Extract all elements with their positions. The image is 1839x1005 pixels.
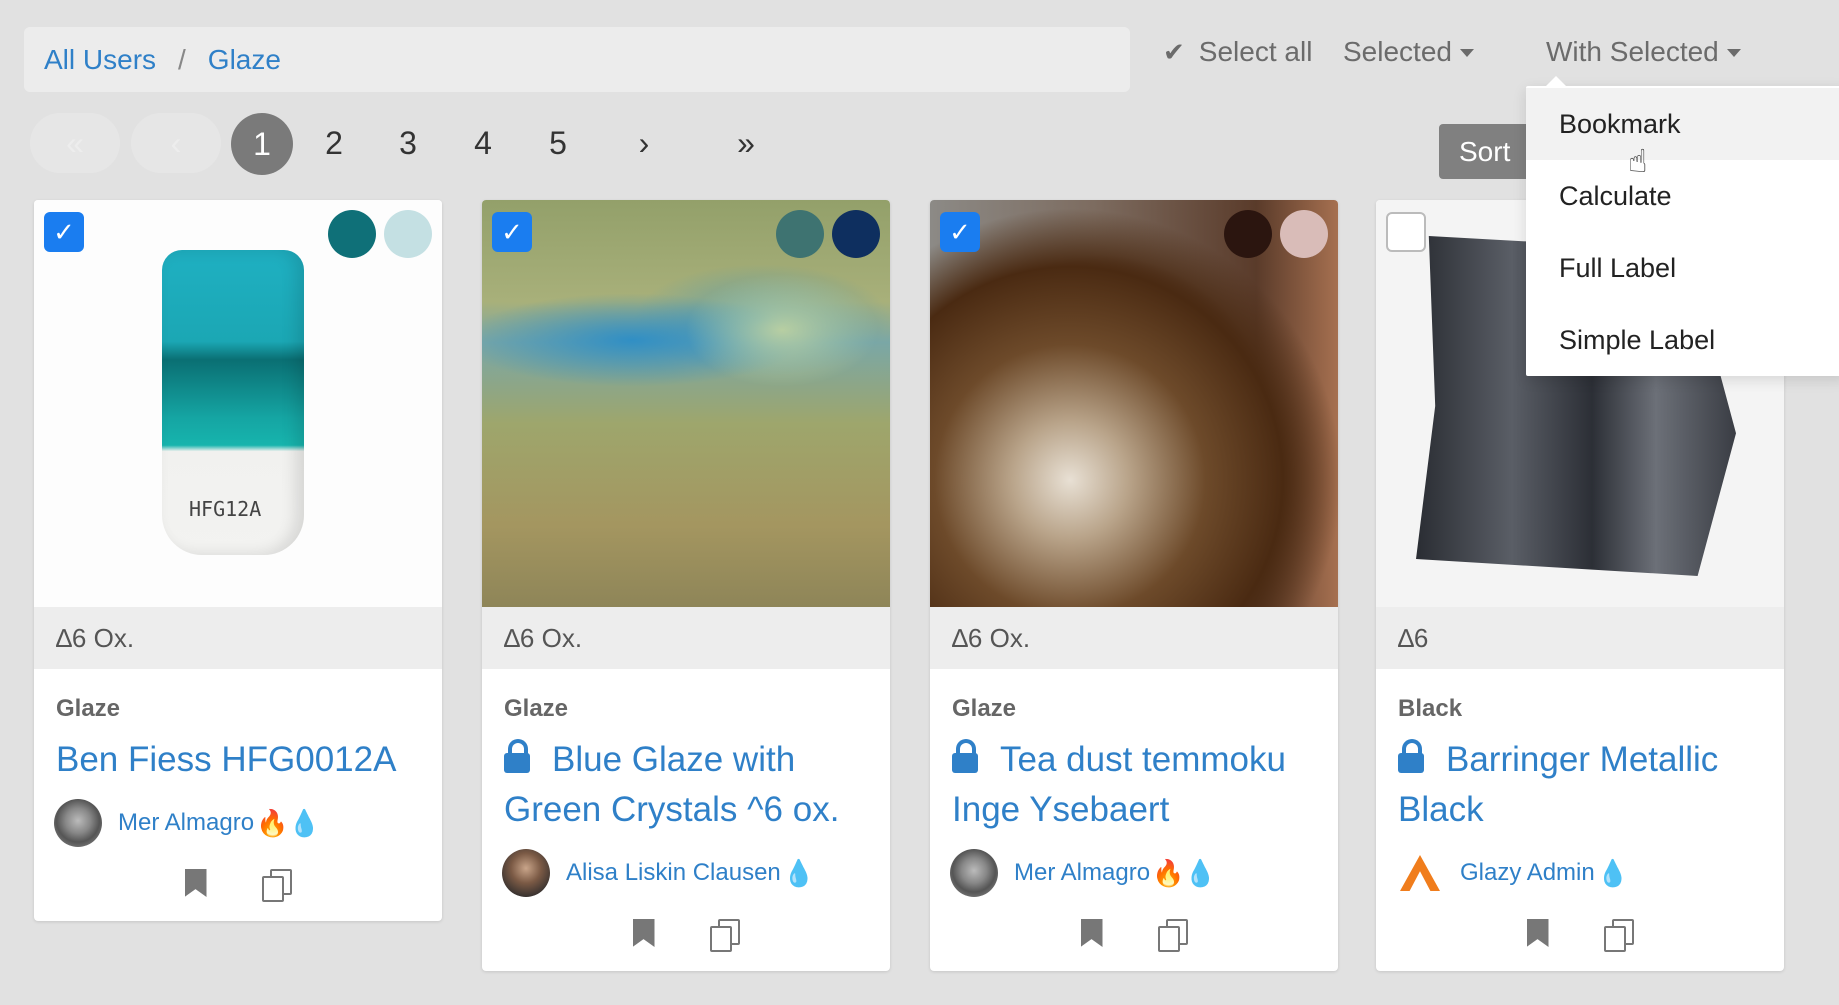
color-swatch: [1280, 210, 1328, 258]
lock-icon: [1398, 739, 1424, 773]
copy-icon[interactable]: [709, 919, 740, 952]
glazy-logo: [1396, 849, 1444, 897]
author-link[interactable]: Glazy Admin 💧: [1396, 849, 1784, 897]
copy-icon[interactable]: [1157, 919, 1188, 952]
author-name: Alisa Liskin Clausen: [566, 859, 781, 886]
recipe-title-text: Ben Fiess HFG0012A: [56, 740, 397, 779]
bookmark-icon[interactable]: [632, 919, 655, 947]
category-label: Glaze: [504, 695, 569, 722]
recipe-title[interactable]: Ben Fiess HFG0012A: [56, 735, 420, 785]
select-all-button[interactable]: ✔ Select all: [1163, 36, 1312, 68]
copy-icon[interactable]: [261, 869, 292, 902]
color-swatch: [384, 210, 432, 258]
recipe-title[interactable]: Blue Glaze with Green Crystals ^6 ox.: [504, 735, 868, 835]
page-4-button[interactable]: 4: [453, 113, 513, 173]
breadcrumb-all-users[interactable]: All Users: [44, 44, 156, 76]
color-swatch: [832, 210, 880, 258]
page-1-button[interactable]: 1: [231, 113, 293, 175]
page-2-button[interactable]: 2: [304, 113, 364, 173]
avatar: [54, 799, 102, 847]
chevron-down-icon: [1459, 49, 1474, 57]
card-actions: [34, 869, 442, 902]
cone-label: ∆6 Ox.: [482, 607, 890, 669]
hand-cursor-icon: ☝: [1628, 143, 1648, 179]
with-selected-label: With Selected: [1546, 36, 1719, 67]
cone-label: ∆6: [1376, 607, 1784, 669]
author-name: Mer Almagro: [118, 809, 255, 836]
color-swatch: [776, 210, 824, 258]
select-checkbox[interactable]: ✓: [492, 212, 532, 252]
menu-item-full-label[interactable]: Full Label: [1526, 232, 1839, 304]
avatar: [950, 849, 998, 897]
recipe-card: ✓ ∆6 Ox. Glaze Blue Glaze with Green Cry…: [482, 200, 890, 971]
card-actions: [482, 919, 890, 952]
flame-icon: 🔥💧: [1152, 857, 1217, 888]
lock-icon: [952, 739, 978, 773]
sort-button[interactable]: Sort: [1439, 124, 1539, 179]
copy-icon[interactable]: [1603, 919, 1634, 952]
select-checkbox[interactable]: ✓: [940, 212, 980, 252]
photo-label: HFG12A: [189, 497, 262, 521]
selected-dropdown[interactable]: Selected: [1343, 36, 1474, 68]
author-link[interactable]: Alisa Liskin Clausen 💧: [502, 849, 890, 897]
select-all-label: Select all: [1198, 36, 1313, 67]
selected-label: Selected: [1343, 36, 1452, 67]
bookmark-icon[interactable]: [1526, 919, 1549, 947]
bookmark-icon[interactable]: [1080, 919, 1103, 947]
author-name: Glazy Admin: [1460, 859, 1595, 886]
next-page-button[interactable]: ›: [614, 113, 674, 173]
menu-item-calculate[interactable]: Calculate: [1526, 160, 1839, 232]
first-page-button[interactable]: «: [30, 113, 120, 173]
last-page-button[interactable]: »: [716, 113, 776, 173]
select-checkbox[interactable]: ✓: [44, 212, 84, 252]
flame-icon: 💧: [782, 857, 816, 888]
bookmark-icon[interactable]: [184, 869, 207, 897]
author-link[interactable]: Mer Almagro 🔥💧: [54, 799, 442, 847]
chevron-down-icon: [1726, 49, 1741, 57]
category-label: Glaze: [56, 695, 121, 722]
with-selected-menu: Bookmark Calculate Full Label Simple Lab…: [1526, 76, 1839, 376]
flame-icon: 💧: [1596, 857, 1630, 888]
avatar: [502, 849, 550, 897]
card-actions: [1376, 919, 1784, 952]
check-icon: ✔: [1163, 36, 1185, 67]
recipe-title-text: Blue Glaze with Green Crystals ^6 ox.: [504, 740, 840, 829]
breadcrumb: All Users / Glaze: [24, 27, 1130, 92]
card-actions: [930, 919, 1338, 952]
category-label: Glaze: [952, 695, 1017, 722]
recipe-title[interactable]: Tea dust temmoku Inge Ysebaert: [952, 735, 1316, 835]
cone-label: ∆6 Ox.: [34, 607, 442, 669]
breadcrumb-glaze[interactable]: Glaze: [208, 44, 281, 76]
recipe-photo[interactable]: ✓: [930, 200, 1338, 607]
recipe-title-text: Tea dust temmoku Inge Ysebaert: [952, 740, 1286, 829]
color-swatch: [328, 210, 376, 258]
recipe-photo[interactable]: ✓: [482, 200, 890, 607]
author-name: Mer Almagro: [1014, 859, 1151, 886]
category-label: Black: [1398, 695, 1463, 722]
recipe-title-text: Barringer Metallic Black: [1398, 740, 1719, 829]
recipe-card: ✓ ∆6 Ox. Glaze Tea dust temmoku Inge Yse…: [930, 200, 1338, 971]
menu-item-bookmark[interactable]: Bookmark: [1526, 88, 1839, 160]
page-3-button[interactable]: 3: [378, 113, 438, 173]
color-swatch: [1224, 210, 1272, 258]
recipe-title[interactable]: Barringer Metallic Black: [1398, 735, 1762, 835]
with-selected-dropdown[interactable]: With Selected: [1546, 36, 1741, 68]
sort-label: Sort: [1459, 135, 1511, 167]
recipe-card: HFG12A ✓ ∆6 Ox. Glaze Ben Fiess HFG0012A…: [34, 200, 442, 921]
lock-icon: [504, 739, 530, 773]
recipe-photo[interactable]: HFG12A ✓: [34, 200, 442, 607]
cone-label: ∆6 Ox.: [930, 607, 1338, 669]
page-5-button[interactable]: 5: [528, 113, 588, 173]
flame-icon: 🔥💧: [256, 807, 321, 838]
author-link[interactable]: Mer Almagro 🔥💧: [950, 849, 1338, 897]
select-checkbox[interactable]: [1386, 212, 1426, 252]
menu-item-simple-label[interactable]: Simple Label: [1526, 304, 1839, 376]
prev-page-button[interactable]: ‹: [131, 113, 221, 173]
breadcrumb-separator: /: [178, 43, 186, 75]
